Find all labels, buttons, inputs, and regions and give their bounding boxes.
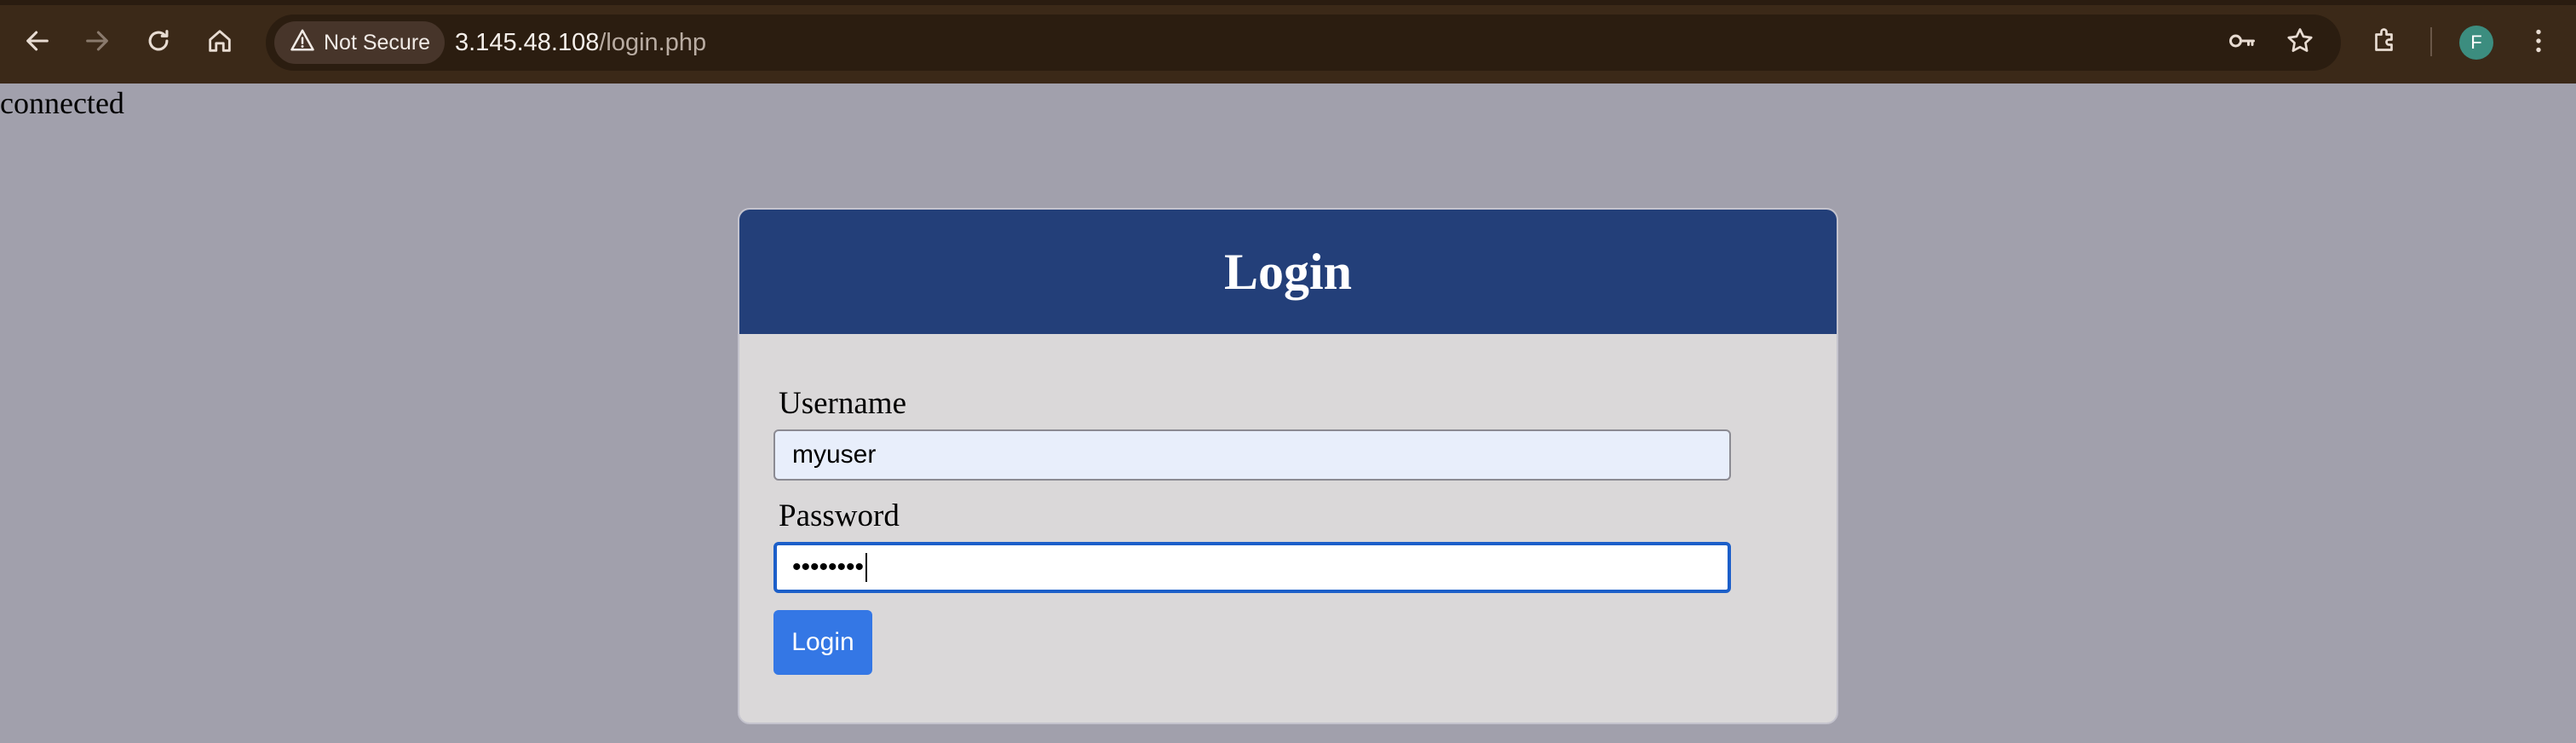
- browser-toolbar: Not Secure 3.145.48.108/login.php F: [0, 0, 2576, 84]
- url-host: 3.145.48.108: [455, 29, 600, 56]
- back-button[interactable]: [15, 20, 60, 65]
- warning-triangle-icon: [290, 27, 315, 59]
- connection-status-text: connected: [0, 86, 124, 120]
- text-caret: [865, 553, 868, 582]
- password-input[interactable]: ••••••••: [773, 542, 1731, 593]
- star-icon: [2285, 26, 2315, 60]
- back-arrow-icon: [23, 26, 52, 60]
- puzzle-icon: [2370, 26, 2401, 60]
- kebab-menu-icon: [2523, 26, 2554, 60]
- address-bar[interactable]: Not Secure 3.145.48.108/login.php: [266, 14, 2341, 71]
- security-label: Not Secure: [324, 30, 431, 55]
- username-input[interactable]: myuser: [773, 429, 1731, 481]
- login-card-header: Login: [739, 210, 1837, 334]
- password-label: Password: [779, 498, 900, 533]
- login-title: Login: [1223, 243, 1353, 300]
- profile-avatar[interactable]: F: [2459, 26, 2493, 60]
- tab-strip-edge: [0, 0, 2576, 5]
- key-icon: [2227, 26, 2257, 60]
- url-path: /login.php: [599, 29, 707, 56]
- browser-menu-button[interactable]: [2520, 24, 2557, 61]
- password-manager-button[interactable]: [2225, 26, 2259, 60]
- forward-button[interactable]: [75, 20, 119, 65]
- security-indicator[interactable]: Not Secure: [274, 21, 445, 64]
- login-card: Login Username myuser Password •••••••• …: [738, 208, 1838, 724]
- home-button[interactable]: [198, 20, 242, 65]
- toolbar-divider: [2430, 27, 2432, 56]
- username-value: myuser: [792, 441, 877, 469]
- bookmark-button[interactable]: [2283, 26, 2317, 60]
- reload-icon: [144, 26, 173, 60]
- login-button[interactable]: Login: [773, 610, 872, 675]
- password-masked-value: ••••••••: [792, 553, 865, 581]
- extensions-button[interactable]: [2366, 24, 2404, 61]
- username-label: Username: [779, 386, 906, 421]
- url-text[interactable]: 3.145.48.108/login.php: [455, 14, 706, 71]
- home-icon: [205, 26, 234, 60]
- reload-button[interactable]: [136, 20, 181, 65]
- forward-arrow-icon: [83, 26, 112, 60]
